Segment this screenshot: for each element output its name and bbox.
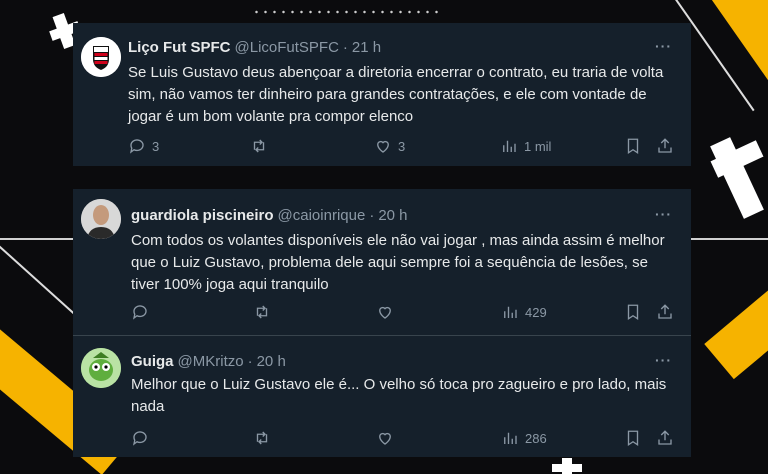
heart-icon bbox=[379, 432, 391, 445]
view-count: 286 bbox=[525, 430, 547, 446]
share-icon bbox=[658, 138, 672, 153]
like-button[interactable]: 3 bbox=[374, 137, 405, 155]
tweet-timestamp[interactable]: 21 h bbox=[352, 39, 381, 56]
views-button[interactable]: 1 mil bbox=[500, 137, 551, 155]
separator-dot: · bbox=[342, 39, 348, 56]
author-name[interactable]: guardiola piscineiro bbox=[131, 207, 274, 224]
like-count: 3 bbox=[398, 138, 406, 154]
spfc-crest-icon[interactable] bbox=[81, 37, 121, 77]
tweet-timestamp[interactable]: 20 h bbox=[378, 207, 407, 224]
reply-button[interactable] bbox=[131, 303, 155, 321]
separator-dot: · bbox=[247, 353, 253, 370]
man-portrait-avatar[interactable] bbox=[81, 199, 121, 239]
view-count: 1 mil bbox=[524, 138, 552, 154]
author-name[interactable]: Liço Fut SPFC bbox=[128, 39, 231, 56]
reply-icon bbox=[132, 431, 147, 446]
reply-icon bbox=[129, 139, 144, 154]
share-icon bbox=[658, 430, 672, 445]
tweet-actions: 286 bbox=[131, 429, 691, 449]
more-options-icon[interactable]: ··· bbox=[655, 206, 672, 222]
tweet-header: guardiola piscineiro @caioinrique · 20 h bbox=[131, 207, 408, 224]
share-button[interactable] bbox=[656, 429, 674, 447]
cartoon-character-avatar[interactable] bbox=[81, 348, 121, 388]
share-button[interactable] bbox=[656, 303, 674, 321]
white-plus-decoration bbox=[552, 464, 582, 472]
tweet-card: Liço Fut SPFC @LicoFutSPFC · 21 h ··· Se… bbox=[73, 23, 691, 166]
yellow-stripe-decoration bbox=[704, 266, 768, 380]
tweet-header: Guiga @MKritzo · 20 h bbox=[131, 353, 286, 370]
like-button[interactable] bbox=[376, 303, 400, 321]
retweet-icon bbox=[253, 139, 265, 153]
reply-count: 3 bbox=[152, 138, 160, 154]
tweet-text: Com todos os volantes disponíveis ele nã… bbox=[131, 232, 665, 293]
view-count: 429 bbox=[525, 304, 547, 320]
separator-dot: · bbox=[369, 207, 375, 224]
yellow-stripe-decoration bbox=[702, 0, 768, 110]
tweet-timestamp[interactable]: 20 h bbox=[257, 353, 286, 370]
bookmark-button[interactable] bbox=[624, 429, 642, 447]
heart-icon bbox=[379, 306, 391, 319]
tweet-actions: 429 bbox=[131, 303, 691, 323]
retweet-button[interactable] bbox=[253, 303, 277, 321]
bookmark-button[interactable] bbox=[624, 137, 642, 155]
bookmark-button[interactable] bbox=[624, 303, 642, 321]
retweet-button[interactable] bbox=[253, 429, 277, 447]
retweet-button[interactable] bbox=[250, 137, 274, 155]
bar-chart-icon bbox=[503, 140, 516, 152]
author-handle[interactable]: @caioinrique bbox=[278, 207, 366, 224]
bookmark-icon bbox=[627, 304, 639, 321]
tweet-header: Liço Fut SPFC @LicoFutSPFC · 21 h bbox=[128, 39, 381, 56]
more-options-icon[interactable]: ··· bbox=[655, 352, 672, 368]
author-name[interactable]: Guiga bbox=[131, 353, 174, 370]
reply-button[interactable]: 3 bbox=[128, 137, 159, 155]
tweet-divider bbox=[73, 335, 691, 336]
views-button[interactable]: 429 bbox=[501, 303, 547, 321]
author-handle[interactable]: @LicoFutSPFC bbox=[235, 39, 339, 56]
author-handle[interactable]: @MKritzo bbox=[178, 353, 244, 370]
tweet-text: Se Luis Gustavo deus abençoar a diretori… bbox=[128, 64, 664, 125]
bookmark-icon bbox=[627, 138, 639, 155]
retweet-icon bbox=[256, 305, 268, 319]
like-button[interactable] bbox=[376, 429, 400, 447]
bookmark-icon bbox=[627, 430, 639, 447]
heart-icon bbox=[377, 140, 389, 153]
share-button[interactable] bbox=[656, 137, 674, 155]
reply-button[interactable] bbox=[131, 429, 155, 447]
reply-icon bbox=[132, 305, 147, 320]
dotted-line-decoration bbox=[252, 10, 442, 14]
tweet-thread-card: guardiola piscineiro @caioinrique · 20 h… bbox=[73, 189, 691, 457]
tweet-actions: 3 3 1 mil bbox=[128, 137, 688, 157]
bar-chart-icon bbox=[504, 306, 517, 318]
more-options-icon[interactable]: ··· bbox=[655, 38, 672, 54]
retweet-icon bbox=[256, 431, 268, 445]
tweet-text: Melhor que o Luiz Gustavo ele é... O vel… bbox=[131, 376, 667, 415]
views-button[interactable]: 286 bbox=[501, 429, 547, 447]
bar-chart-icon bbox=[504, 432, 517, 444]
share-icon bbox=[658, 304, 672, 319]
